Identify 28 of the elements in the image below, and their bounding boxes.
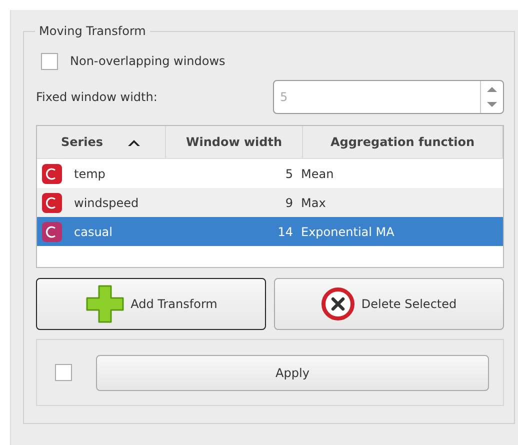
series-icon [42,222,62,242]
table-cell: Mean [301,166,334,180]
column-header[interactable]: Window width [166,126,303,158]
delete-selected-button[interactable]: Delete Selected [274,278,504,330]
group-title: Moving Transform [35,23,150,39]
checkbox[interactable] [41,52,58,70]
checkbox[interactable] [55,364,72,381]
checkbox-label: Non-overlapping windows [70,54,226,68]
series-icon [42,164,62,184]
table-row[interactable]: casual 14 Exponential MA [37,217,503,246]
table-cell: Max [301,196,326,210]
table-cell: casual [74,224,112,238]
table-cell: temp [74,166,106,180]
delete-icon [321,287,356,321]
column-header[interactable]: Aggregation function [303,126,503,158]
field-label: Fixed window width: [36,90,158,104]
table-cell: 14 [278,224,293,238]
table-cell: 5 [285,166,293,180]
series-icon [42,192,62,212]
plus-icon [84,284,125,324]
table-cell: Exponential MA [301,224,394,238]
table-cell: windspeed [74,196,139,210]
add-transform-button[interactable]: Add Transform [36,278,266,330]
table-row[interactable]: windspeed 9 Max [37,188,503,217]
sort-up-icon [127,138,142,146]
column-header[interactable]: Series [37,126,166,158]
apply-button[interactable]: Apply [96,354,489,390]
table-cell: 9 [285,196,293,210]
